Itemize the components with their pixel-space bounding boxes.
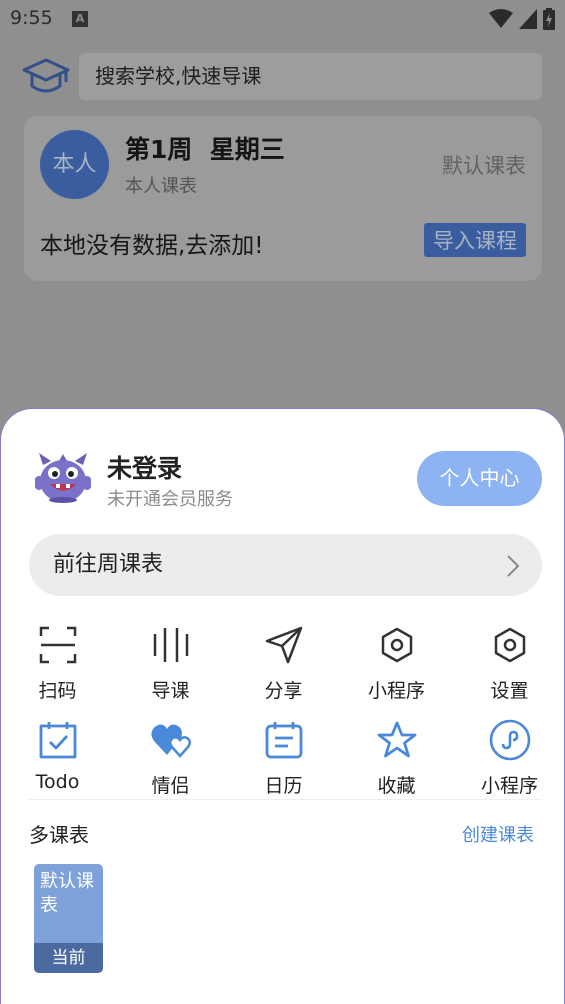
menu-label-mini-program-2: 小程序: [480, 775, 538, 797]
schedule-item[interactable]: 默认课表 当前: [34, 864, 103, 973]
mascot-avatar-icon[interactable]: [35, 451, 91, 503]
menu-label-scan: 扫码: [38, 680, 77, 702]
scan-icon: [39, 626, 76, 664]
menu-item-couple[interactable]: 情侣: [114, 717, 227, 798]
star-icon: [377, 721, 416, 758]
menu-label-todo: Todo: [35, 771, 80, 793]
calendar-icon: [265, 722, 302, 759]
menu-item-mini-program-2[interactable]: 小程序: [453, 717, 565, 798]
todo-calendar-check-icon: [39, 722, 76, 759]
menu-label-import: 导课: [151, 680, 190, 702]
menu-label-settings: 设置: [490, 680, 529, 702]
import-lines-icon: [153, 628, 188, 662]
status-bar: 9:55 A: [0, 0, 565, 36]
chevron-right-icon: [507, 555, 520, 577]
share-arrow-icon: [265, 626, 302, 664]
status-icons: [489, 8, 555, 30]
membership-status: 未开通会员服务: [107, 489, 233, 510]
mini-program-icon: [489, 719, 530, 761]
schedule-item-name: 默认课表: [40, 871, 94, 916]
battery-icon: [543, 8, 555, 30]
login-status[interactable]: 未登录: [107, 449, 182, 485]
settings-hexagon-icon: [494, 627, 525, 663]
signal-icon: [519, 9, 537, 29]
create-schedule-link[interactable]: 创建课表: [462, 821, 534, 847]
menu-item-scan[interactable]: 扫码: [1, 622, 114, 703]
menu-item-calendar[interactable]: 日历: [227, 717, 340, 798]
hexagon-nut-icon: [381, 627, 412, 663]
weekly-schedule-link[interactable]: 前往周课表: [29, 534, 542, 596]
menu-label-calendar: 日历: [264, 775, 303, 797]
multi-schedule-title: 多课表: [29, 823, 89, 847]
current-badge: 当前: [34, 943, 103, 973]
menu-row-2: Todo 情侣 日历 收藏 小程序: [1, 717, 565, 798]
menu-row-1: 扫码 导课 分享 小程序 设置: [1, 622, 565, 703]
menu-label-mini-program: 小程序: [367, 680, 425, 702]
menu-item-settings[interactable]: 设置: [453, 622, 565, 703]
menu-item-import[interactable]: 导课: [114, 622, 227, 703]
menu-label-favorites: 收藏: [377, 775, 416, 797]
avatar[interactable]: 本人: [40, 130, 109, 199]
menu-bottom-sheet: 未登录 未开通会员服务 个人中心 前往周课表 扫码 导课 分享 小程序 设置 T…: [0, 408, 565, 1004]
home-page: 搜索学校,快速导课 本人 第1周 星期三 本人课表 默认课表 本地没有数据,去添…: [0, 36, 565, 416]
owner-label: 本人课表: [125, 176, 197, 197]
menu-item-todo[interactable]: Todo: [1, 717, 114, 798]
menu-item-favorites[interactable]: 收藏: [340, 717, 453, 798]
graduation-cap-icon[interactable]: [22, 56, 70, 98]
menu-item-mini-program[interactable]: 小程序: [340, 622, 453, 703]
week-day-label: 第1周 星期三: [125, 135, 285, 164]
weekly-schedule-label: 前往周课表: [53, 552, 164, 577]
table-name-label[interactable]: 默认课表: [442, 150, 526, 180]
notification-icon: A: [72, 11, 88, 27]
search-input[interactable]: 搜索学校,快速导课: [79, 53, 542, 100]
empty-message: 本地没有数据,去添加!: [40, 233, 264, 259]
profile-center-button[interactable]: 个人中心: [417, 451, 542, 506]
menu-item-share[interactable]: 分享: [227, 622, 340, 703]
schedule-card[interactable]: 本人 第1周 星期三 本人课表 默认课表 本地没有数据,去添加! 导入课程: [24, 116, 542, 281]
status-time: 9:55: [10, 7, 53, 29]
menu-label-couple: 情侣: [151, 775, 190, 797]
menu-label-share: 分享: [264, 680, 303, 702]
wifi-icon: [489, 9, 513, 28]
import-course-button[interactable]: 导入课程: [424, 223, 526, 257]
couple-hearts-icon: [150, 724, 191, 758]
section-divider: [29, 799, 542, 800]
